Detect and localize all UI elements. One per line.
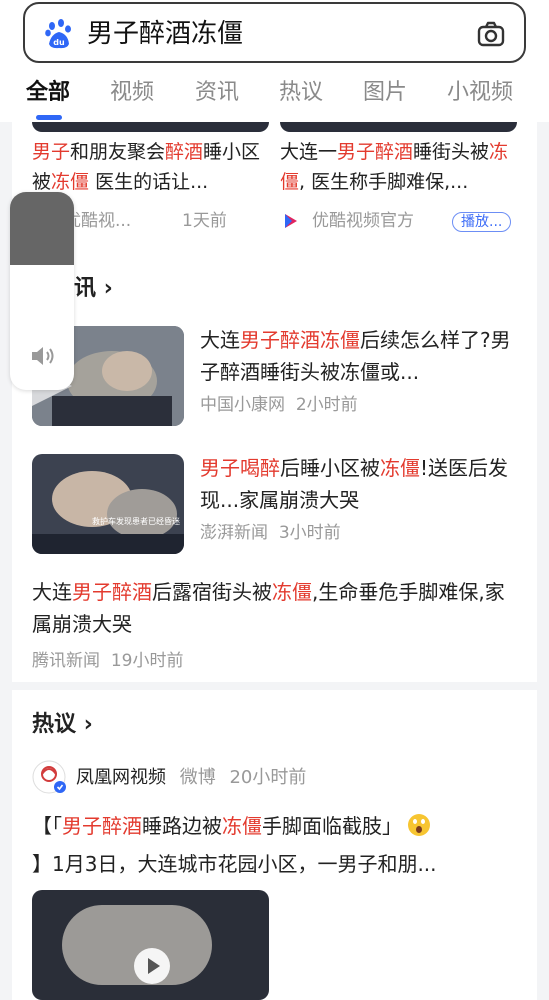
- video-thumbnail-right[interactable]: [280, 122, 517, 132]
- title-text: 大连一: [280, 141, 338, 163]
- play-badge[interactable]: 播放...: [452, 212, 512, 232]
- title-text: 后睡小区被: [280, 456, 380, 480]
- title-highlight: 冻僵: [222, 814, 262, 838]
- title-highlight: 男子喝醉: [200, 456, 280, 480]
- title-text: 后露宿街头被: [152, 580, 272, 604]
- search-box[interactable]: du 男子醉酒冻僵: [23, 2, 526, 63]
- shocked-face-emoji-icon: [408, 814, 431, 836]
- tab-short-video[interactable]: 小视频: [447, 78, 513, 108]
- active-tab-indicator: [36, 115, 62, 120]
- title-highlight: 男子醉酒: [62, 814, 142, 838]
- speaker-icon: [32, 347, 54, 365]
- chevron-right-icon: ›: [83, 712, 93, 737]
- author-avatar[interactable]: [32, 760, 66, 794]
- news-time: 2小时前: [295, 395, 358, 415]
- news-section-header[interactable]: 讯 ›: [74, 270, 113, 302]
- news-meta: 澎湃新闻 3小时前: [200, 518, 341, 543]
- title-text: 医生的话让...: [89, 171, 209, 193]
- volume-level-fill: [10, 192, 74, 265]
- title-text: 和朋友聚会: [70, 141, 166, 163]
- news-title[interactable]: 大连男子醉酒后露宿街头被冻僵,生命垂危手脚难保,家属崩溃大哭: [32, 576, 522, 640]
- thumbnail-caption: 救护车发现患者已经昏迷: [92, 516, 180, 526]
- video-source-right: 优酷视频官方: [312, 211, 414, 231]
- search-tabs: 全部 视频 资讯 热议 图片 小视频: [0, 78, 549, 110]
- title-text: 睡路边被: [142, 814, 222, 838]
- title-text: 睡街头被: [413, 141, 490, 163]
- tab-news[interactable]: 资讯: [195, 78, 239, 108]
- author-name[interactable]: 凤凰网视频: [76, 767, 166, 788]
- video-source-left: 优酷视...: [64, 211, 132, 231]
- video-title-right[interactable]: 大连一男子醉酒睡街头被冻僵, 医生称手脚难保,...: [280, 137, 520, 197]
- news-source: 腾讯新闻: [32, 651, 100, 671]
- volume-overlay[interactable]: [10, 192, 74, 390]
- camera-icon[interactable]: [476, 19, 506, 49]
- title-highlight: 男子: [32, 141, 71, 163]
- video-results-card: 男子和朋友聚会醉酒睡小区被冻僵 医生的话让... 大连一男子醉酒睡街头被冻僵, …: [12, 122, 537, 262]
- title-highlight: 男子醉酒冻僵: [240, 328, 360, 352]
- author-line: 凤凰网视频 微博 20小时前: [76, 763, 306, 789]
- news-title[interactable]: 大连男子醉酒冻僵后续怎么样了?男子醉酒睡街头被冻僵或...: [200, 324, 525, 388]
- baidu-paw-icon[interactable]: du: [43, 18, 75, 50]
- title-highlight: 醉酒: [165, 141, 204, 163]
- post-platform: 微博: [179, 767, 216, 788]
- tab-images[interactable]: 图片: [363, 78, 407, 108]
- title-text: 手脚面临截肢」: [262, 814, 402, 838]
- news-meta: 腾讯新闻 19小时前: [32, 646, 183, 671]
- news-section-title: 讯: [74, 276, 97, 301]
- news-results-card: 讯 › 大连男子醉酒冻僵后续怎么样了?男子醉酒睡街头被冻僵或... 中国小康网 …: [12, 262, 537, 682]
- video-time-left: 1天前: [182, 211, 227, 231]
- news-item[interactable]: 救护车发现患者已经昏迷 男子喝醉后睡小区被冻僵!送医后发现...家属崩溃大哭 澎…: [12, 452, 537, 562]
- news-item[interactable]: 大连男子醉酒后露宿街头被冻僵,生命垂危手脚难保,家属崩溃大哭 腾讯新闻 19小时…: [12, 576, 537, 676]
- hot-video-thumbnail[interactable]: [32, 890, 269, 1000]
- news-meta: 中国小康网 2小时前: [200, 390, 358, 415]
- title-highlight: 冻僵: [51, 171, 90, 193]
- title-text: 大连: [200, 328, 240, 352]
- tab-video[interactable]: 视频: [110, 78, 154, 108]
- hot-section-title: 热议: [32, 712, 77, 737]
- hot-section-header[interactable]: 热议 ›: [32, 706, 93, 738]
- news-time: 19小时前: [110, 651, 184, 671]
- hot-post-title[interactable]: 【「男子醉酒睡路边被冻僵手脚面临截肢」: [32, 810, 522, 842]
- news-time: 3小时前: [278, 523, 341, 543]
- title-text: 【「: [32, 814, 62, 838]
- hot-post-body[interactable]: 】1月3日，大连城市花园小区，一男子和朋...: [32, 848, 522, 880]
- title-text: , 医生称手脚难保,...: [299, 171, 469, 193]
- news-item[interactable]: 大连男子醉酒冻僵后续怎么样了?男子醉酒睡街头被冻僵或... 中国小康网 2小时前: [12, 324, 537, 434]
- video-thumbnail-left[interactable]: [32, 122, 269, 132]
- search-input[interactable]: 男子醉酒冻僵: [87, 18, 243, 50]
- title-highlight: 男子醉酒: [72, 580, 152, 604]
- news-source: 中国小康网: [200, 395, 285, 415]
- svg-text:du: du: [53, 38, 65, 47]
- youku-icon: [285, 214, 297, 228]
- post-time: 20小时前: [229, 767, 307, 788]
- tab-all[interactable]: 全部: [26, 78, 70, 108]
- video-title-left[interactable]: 男子和朋友聚会醉酒睡小区被冻僵 医生的话让...: [32, 137, 272, 197]
- chevron-right-icon: ›: [103, 276, 113, 301]
- news-thumbnail[interactable]: 救护车发现患者已经昏迷: [32, 454, 184, 554]
- hot-discussion-card: 热议 › 凤凰网视频 微博 20小时前 【「男子醉酒睡路边被冻僵手脚面临截肢」 …: [12, 690, 537, 1000]
- play-icon[interactable]: [134, 948, 170, 984]
- tab-discussion[interactable]: 热议: [279, 78, 323, 108]
- title-highlight: 男子醉酒: [337, 141, 414, 163]
- title-highlight: 冻僵: [272, 580, 312, 604]
- title-highlight: 冻僵: [380, 456, 420, 480]
- news-source: 澎湃新闻: [200, 523, 268, 543]
- title-text: 大连: [32, 580, 72, 604]
- search-header: du 男子醉酒冻僵 全部 视频 资讯 热议 图片 小视频: [0, 0, 549, 122]
- news-title[interactable]: 男子喝醉后睡小区被冻僵!送医后发现...家属崩溃大哭: [200, 452, 525, 516]
